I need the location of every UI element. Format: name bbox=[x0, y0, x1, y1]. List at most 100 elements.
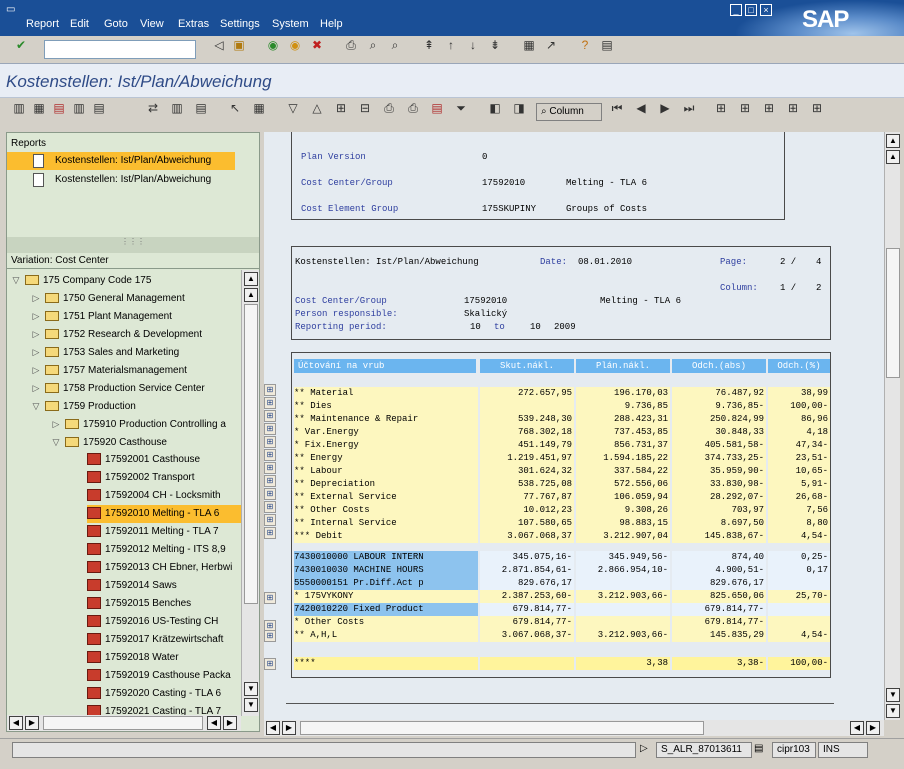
table-row[interactable]: 5550000151 Pr.Diff.Act p 829.676,17 829.67… bbox=[292, 577, 832, 590]
expand-node-icon[interactable]: ▷ bbox=[31, 361, 41, 379]
tree-node[interactable]: 17592012 Melting - ITS 8,9 bbox=[87, 541, 241, 559]
tree-node[interactable]: 17592004 CH - Locksmith bbox=[87, 487, 241, 505]
scroll-right-icon[interactable]: ▶ bbox=[223, 716, 237, 730]
column-button[interactable]: ⌕ Column bbox=[536, 103, 602, 121]
enter-icon[interactable]: ✔ bbox=[12, 36, 30, 54]
expand-row-icon[interactable]: ⊞ bbox=[264, 384, 276, 396]
tree-horizontal-scrollbar[interactable]: ◀ ▶ ◀ ▶ bbox=[7, 715, 241, 731]
table-row[interactable]: * Fix.Energy 451.149,79 856.731,37 405.581,… bbox=[292, 439, 832, 452]
expand-row-icon[interactable]: ⊞ bbox=[264, 514, 276, 526]
find-icon[interactable]: ⌕ bbox=[364, 36, 382, 54]
previous-variant-icon[interactable]: ◧ bbox=[486, 99, 504, 117]
system-info-icon[interactable]: ▤ bbox=[754, 743, 763, 754]
navigate-icon[interactable]: ⇄ bbox=[144, 99, 162, 117]
expand-row-icon[interactable]: ⊞ bbox=[264, 630, 276, 642]
previous-column-icon[interactable]: ◀ bbox=[632, 99, 650, 117]
save-icon[interactable]: ▣ bbox=[230, 36, 248, 54]
table-row[interactable]: *** Debit 3.067.068,37 3.212.907,04 145.838… bbox=[292, 530, 832, 543]
tree-node[interactable]: ▽ 175 Company Code 175 bbox=[11, 271, 241, 289]
splitter[interactable]: ⋮⋮⋮ bbox=[7, 237, 259, 253]
hierarchy-settings-icon[interactable]: ⊞ bbox=[808, 99, 826, 117]
chart-icon[interactable]: ▥ bbox=[168, 99, 186, 117]
tree-node[interactable]: ▷ 1757 Materialsmanagement bbox=[31, 361, 241, 379]
tree-node[interactable]: 17592017 Krätzewirtschaft bbox=[87, 631, 241, 649]
expand-icon[interactable]: △ bbox=[308, 99, 326, 117]
next-page-icon[interactable]: ↓ bbox=[464, 36, 482, 54]
menu-item[interactable]: Report bbox=[26, 18, 59, 30]
command-field[interactable] bbox=[44, 40, 196, 59]
menu-item[interactable]: View bbox=[140, 18, 164, 30]
tree-node[interactable]: 17592013 CH Ebner, Herbwi bbox=[87, 559, 241, 577]
tree-node[interactable]: 17592002 Transport bbox=[87, 469, 241, 487]
scroll-left-icon[interactable]: ◀ bbox=[266, 721, 280, 735]
grid-icon[interactable]: ▦ bbox=[30, 99, 48, 117]
close-icon[interactable]: × bbox=[760, 4, 772, 16]
expand-row-icon[interactable]: ⊞ bbox=[264, 658, 276, 670]
scroll-up-icon[interactable]: ▲ bbox=[886, 150, 900, 164]
tree-node[interactable]: 17592011 Melting - TLA 7 bbox=[87, 523, 241, 541]
report-vertical-scrollbar[interactable]: ▲ ▲ ▼ ▼ bbox=[884, 132, 900, 720]
scroll-down-icon[interactable]: ▼ bbox=[244, 682, 258, 696]
back-arrow-icon[interactable]: ◁ bbox=[210, 36, 228, 54]
system-menu-icon[interactable]: ▭ bbox=[6, 4, 22, 15]
table-row[interactable]: * Var.Energy 768.302,18 737.453,85 30.848,3… bbox=[292, 426, 832, 439]
print-preview-icon[interactable]: ⎙ bbox=[380, 99, 398, 117]
print-all-icon[interactable]: ⎙ bbox=[404, 99, 422, 117]
tree-node[interactable]: 17592015 Benches bbox=[87, 595, 241, 613]
table-row[interactable]: ** A,H,L 3.067.068,37- 3.212.903,66- 145.83… bbox=[292, 629, 832, 642]
expand-all-icon[interactable]: ⊞ bbox=[332, 99, 350, 117]
expand-row-icon[interactable]: ⊞ bbox=[264, 436, 276, 448]
excel-icon[interactable]: ▤ bbox=[428, 99, 446, 117]
scroll-left-icon[interactable]: ◀ bbox=[9, 716, 23, 730]
menu-item[interactable]: Help bbox=[320, 18, 343, 30]
expand-row-icon[interactable]: ⊞ bbox=[264, 475, 276, 487]
table-row[interactable]: * 175VYKONY 2.387.253,60- 3.212.903,66- 825… bbox=[292, 590, 832, 603]
cancel-icon[interactable]: ✖ bbox=[308, 36, 326, 54]
scroll-left-icon[interactable]: ◀ bbox=[207, 716, 221, 730]
shortcut-icon[interactable]: ↗ bbox=[542, 36, 560, 54]
table-icon[interactable]: ▤ bbox=[50, 99, 68, 117]
expand-row-icon[interactable]: ⊞ bbox=[264, 592, 276, 604]
menu-item[interactable]: Settings bbox=[220, 18, 260, 30]
tree-vertical-scrollbar[interactable]: ▲ ▲ ▼ ▼ bbox=[241, 270, 259, 716]
collapse-icon[interactable]: ▽ bbox=[284, 99, 302, 117]
scroll-thumb[interactable] bbox=[43, 716, 203, 730]
print-icon[interactable]: ⎙ bbox=[342, 36, 360, 54]
layout-menu-icon[interactable]: ▤ bbox=[598, 36, 616, 54]
tree-node[interactable]: 17592016 US-Testing CH bbox=[87, 613, 241, 631]
table-row[interactable]: ** External Service 77.767,87 106.059,94 28… bbox=[292, 491, 832, 504]
report-horizontal-scrollbar[interactable]: ◀ ▶ ◀ ▶ bbox=[264, 720, 884, 736]
tree-node[interactable]: 17592001 Casthouse bbox=[87, 451, 241, 469]
expand-row-icon[interactable]: ⊞ bbox=[264, 423, 276, 435]
column-header[interactable]: Účtování na vrub bbox=[294, 359, 476, 373]
scroll-thumb[interactable] bbox=[244, 304, 258, 604]
tree-node[interactable]: 17592020 Casting - TLA 6 bbox=[87, 685, 241, 703]
expand-node-icon[interactable]: ▷ bbox=[31, 325, 41, 343]
columns-icon[interactable]: ▥ bbox=[70, 99, 88, 117]
column-header[interactable]: Skut.nákl. bbox=[480, 359, 574, 373]
menu-item[interactable]: Goto bbox=[104, 18, 128, 30]
table-row[interactable]: ** Depreciation 538.725,08 572.556,06 33.83… bbox=[292, 478, 832, 491]
expand-node-icon[interactable]: ▷ bbox=[51, 415, 61, 433]
table-row[interactable]: ** Labour 301.624,32 337.584,22 35.959,90- 1… bbox=[292, 465, 832, 478]
status-toggle-icon[interactable]: ▷ bbox=[640, 743, 648, 754]
expand-node-icon[interactable]: ▷ bbox=[31, 379, 41, 397]
tree-toggle-icon[interactable]: ▥ bbox=[10, 99, 28, 117]
scroll-right-icon[interactable]: ▶ bbox=[866, 721, 880, 735]
next-variant-icon[interactable]: ◨ bbox=[510, 99, 528, 117]
exit-icon[interactable]: ◉ bbox=[286, 36, 304, 54]
export-icon[interactable]: ▤ bbox=[192, 99, 210, 117]
column-header[interactable]: Odch.(%) bbox=[768, 359, 830, 373]
scroll-up-icon[interactable]: ▲ bbox=[244, 288, 258, 302]
scroll-right-icon[interactable]: ▶ bbox=[25, 716, 39, 730]
expand-row-icon[interactable]: ⊞ bbox=[264, 501, 276, 513]
first-page-icon[interactable]: ⇞ bbox=[420, 36, 438, 54]
hierarchy-swap-icon[interactable]: ⊞ bbox=[784, 99, 802, 117]
list-icon[interactable]: ▤ bbox=[90, 99, 108, 117]
scroll-up-icon[interactable]: ▲ bbox=[244, 272, 258, 286]
table-row[interactable]: * Other Costs 679.814,77- 679.814,77- bbox=[292, 616, 832, 629]
expand-node-icon[interactable]: ▷ bbox=[31, 343, 41, 361]
table-row[interactable]: ** Maintenance & Repair 539.248,30 288.423… bbox=[292, 413, 832, 426]
tree-node[interactable]: ▷ 1751 Plant Management bbox=[31, 307, 241, 325]
expand-row-icon[interactable]: ⊞ bbox=[264, 527, 276, 539]
